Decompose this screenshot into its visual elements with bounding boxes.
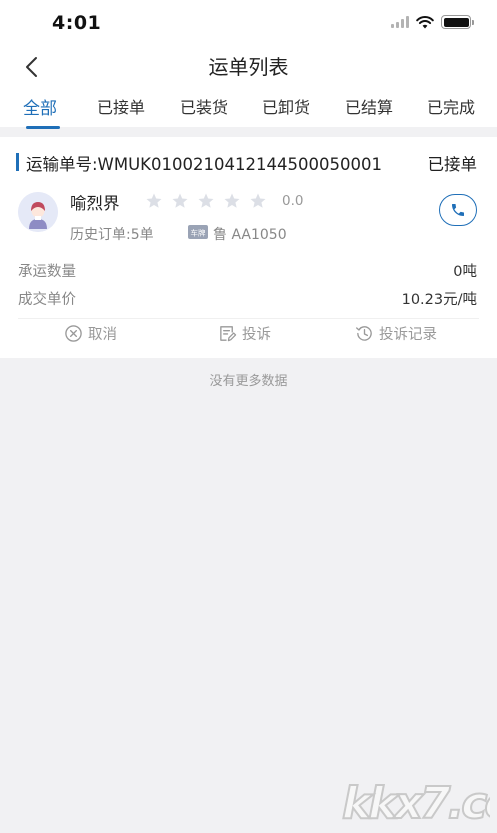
- no-more-data: 没有更多数据: [209, 374, 288, 389]
- order-number: 运输单号:WMUK010021041214450005000​1: [26, 155, 382, 174]
- tab-completed[interactable]: 已完成: [427, 94, 475, 118]
- license-plate-icon: 车牌: [188, 225, 208, 239]
- tab-unloaded[interactable]: 已卸货: [262, 94, 310, 118]
- history-icon: [356, 326, 372, 341]
- unit-price-label: 成交单价: [18, 292, 76, 308]
- signal-icon: [391, 16, 409, 28]
- complaint-history-button[interactable]: 投诉记录: [355, 323, 437, 344]
- tab-accepted[interactable]: 已接单: [97, 94, 145, 118]
- license-plate-icon-label: 车牌: [191, 228, 206, 238]
- cancel-label: 取消: [88, 327, 117, 343]
- rating-stars: [145, 192, 267, 210]
- driver-name: 喻烈界: [70, 194, 120, 213]
- header: 4:01 运单列表 全部 已接单 已装货 已卸货 已结算 已完成: [0, 0, 497, 129]
- complaint-label: 投诉: [242, 327, 271, 343]
- rating-value: 0.0: [282, 193, 304, 209]
- order-history-count: 历史订单:5单: [70, 227, 154, 243]
- cancel-button[interactable]: 取消: [64, 323, 117, 344]
- status-tabs: 全部 已接单 已装货 已卸货 已结算 已完成: [0, 88, 497, 129]
- wifi-icon: [416, 15, 434, 28]
- unit-price-value: 10.23元/吨: [401, 292, 477, 308]
- watermark-text: kkx7.com: [342, 778, 490, 829]
- star-icon: [172, 193, 188, 208]
- order-card[interactable]: 运输单号:WMUK010021041214450005000​1 已接单 喻烈界…: [0, 137, 497, 358]
- active-tab-indicator: [26, 126, 60, 129]
- complaint-button[interactable]: 投诉: [218, 323, 271, 344]
- order-status: 已接单: [427, 155, 478, 174]
- status-time: 4:01: [52, 12, 102, 34]
- driver-avatar: [18, 192, 58, 232]
- cancel-icon: [65, 325, 82, 342]
- divider: [18, 318, 479, 319]
- battery-icon: [441, 15, 474, 29]
- complaint-history-label: 投诉记录: [379, 327, 437, 343]
- tab-all[interactable]: 全部: [23, 94, 57, 119]
- driver-avatar-icon: [18, 192, 58, 232]
- star-icon: [146, 193, 162, 208]
- carry-quantity-label: 承运数量: [18, 264, 76, 280]
- status-icons: [391, 14, 474, 30]
- star-icon: [250, 193, 266, 208]
- tab-loaded[interactable]: 已装货: [180, 94, 228, 118]
- watermark: kkx7.com: [341, 777, 490, 830]
- order-accent-bar: [16, 153, 19, 171]
- license-plate: 鲁 AA1050: [213, 227, 287, 243]
- carry-quantity-value: 0吨: [453, 264, 477, 280]
- page-title: 运单列表: [208, 55, 289, 79]
- complaint-icon: [220, 326, 237, 342]
- phone-icon: [452, 204, 464, 216]
- tab-settled[interactable]: 已结算: [345, 94, 393, 118]
- call-button[interactable]: [439, 194, 477, 226]
- star-icon: [224, 193, 240, 208]
- star-icon: [198, 193, 214, 208]
